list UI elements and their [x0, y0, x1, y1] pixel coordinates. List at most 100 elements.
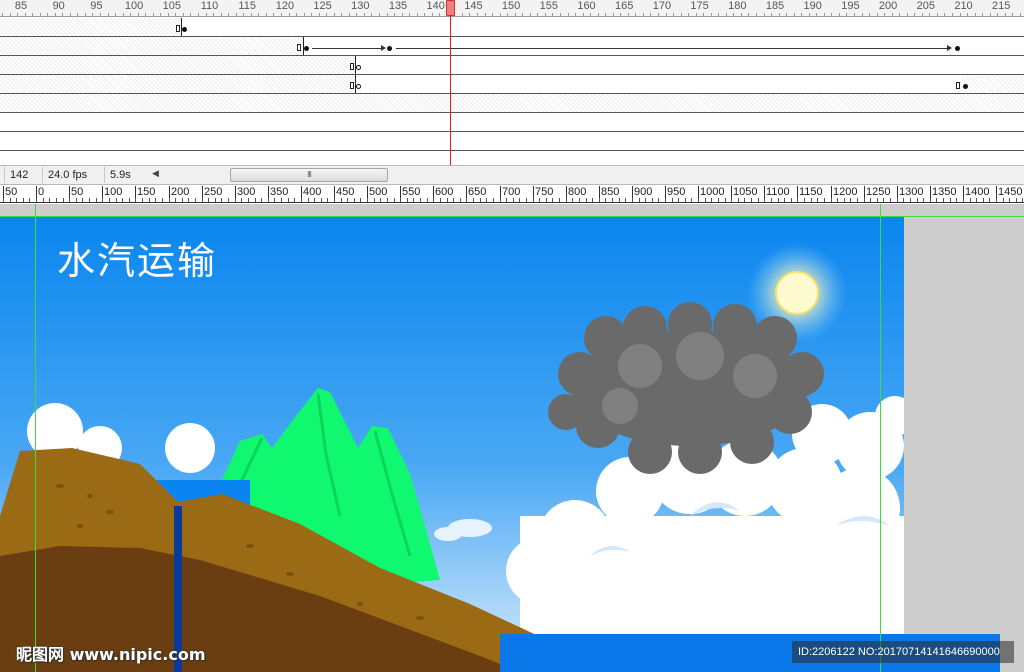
keyframe-empty[interactable] — [350, 82, 354, 89]
guide-line-vertical[interactable] — [880, 204, 881, 672]
keyframe-blank[interactable] — [356, 84, 361, 89]
frame-tick — [243, 13, 244, 16]
elapsed-time-readout: 5.9s — [104, 167, 148, 183]
ruler-minor-tick — [877, 198, 878, 202]
ruler-minor-tick — [956, 198, 957, 202]
timeline-layer-row[interactable] — [0, 75, 1024, 94]
ruler-minor-tick — [552, 198, 553, 202]
ruler-minor-tick — [831, 198, 832, 202]
keyframe-blank[interactable] — [356, 65, 361, 70]
ruler-minor-tick — [685, 198, 686, 202]
ruler-minor-tick — [652, 198, 653, 202]
keyframe[interactable] — [387, 46, 392, 51]
frame-tick — [997, 13, 998, 16]
ruler-minor-tick — [883, 198, 884, 202]
timeline-layer-row[interactable] — [0, 18, 1024, 37]
frame-number-label: 110 — [200, 0, 219, 12]
frame-number-label: 140 — [426, 0, 445, 12]
arrow-left-icon[interactable]: ◀ — [152, 168, 159, 179]
frame-span[interactable] — [355, 56, 1024, 74]
ruler-label: 150 — [137, 186, 156, 198]
frame-tick — [70, 13, 71, 16]
frame-ruler[interactable]: 85 90 95 100 105 110 115 120 125 130 135 140 145 150 1… — [0, 0, 1024, 17]
ruler-minor-tick — [188, 198, 189, 202]
ruler-minor-tick — [43, 198, 44, 202]
frame-tick — [960, 13, 961, 16]
ruler-minor-tick — [294, 198, 295, 202]
ruler-minor-tick — [864, 198, 865, 202]
timeline-scroll-thumb[interactable]: III — [230, 168, 388, 182]
ruler-minor-tick — [308, 198, 309, 202]
keyframe[interactable] — [182, 27, 187, 32]
ruler-minor-tick — [341, 198, 342, 202]
timeline-layer-row[interactable] — [0, 94, 1024, 113]
frame-number-label: 165 — [615, 0, 634, 12]
keyframe[interactable] — [963, 84, 968, 89]
keyframe-empty[interactable] — [956, 82, 960, 89]
keyframe-empty[interactable] — [297, 44, 301, 51]
ruler-label: 400 — [303, 186, 322, 198]
ruler-minor-tick — [824, 198, 825, 202]
frame-tick — [326, 13, 327, 16]
current-frame-readout[interactable]: 142 — [4, 167, 38, 183]
ruler-minor-tick — [248, 198, 249, 202]
ruler-minor-tick — [519, 198, 520, 202]
frame-number-label: 85 — [14, 0, 28, 12]
ruler-minor-tick — [599, 198, 600, 202]
frame-span[interactable] — [181, 18, 1024, 36]
ruler-minor-tick — [533, 198, 534, 202]
keyframe-empty[interactable] — [176, 25, 180, 32]
ruler-minor-tick — [936, 198, 937, 202]
frame-tick — [115, 13, 116, 16]
frame-tick — [741, 13, 742, 16]
ruler-label: 750 — [535, 186, 554, 198]
keyframe-empty[interactable] — [350, 63, 354, 70]
ruler-minor-tick — [433, 198, 434, 202]
frame-tick — [530, 13, 531, 16]
keyframe[interactable] — [304, 46, 309, 51]
timeline-layer-row[interactable] — [0, 37, 1024, 56]
ruler-minor-tick — [466, 198, 467, 202]
ruler-label: 350 — [270, 186, 289, 198]
ruler-minor-tick — [731, 198, 732, 202]
frame-tick — [319, 13, 320, 16]
frame-rate-readout[interactable]: 24.0 fps — [42, 167, 96, 183]
frame-tick — [907, 13, 908, 16]
timeline-layer-row[interactable] — [0, 56, 1024, 75]
ruler-minor-tick — [89, 198, 90, 202]
frame-tick — [77, 13, 78, 16]
frame-tick — [439, 13, 440, 16]
ruler-minor-tick — [453, 198, 454, 202]
stage-ruler-horizontal[interactable]: 50 0 50 100 150 200 250 300 350 400 450 500 550 600 65… — [0, 186, 1024, 203]
frame-tick — [341, 13, 342, 16]
ruler-minor-tick — [691, 198, 692, 202]
frame-tick — [1012, 13, 1013, 16]
frame-tick — [258, 13, 259, 16]
ruler-minor-tick — [592, 198, 593, 202]
ruler-minor-tick — [96, 198, 97, 202]
stage-canvas[interactable]: 水汽运输 — [0, 216, 904, 672]
work-area[interactable]: 水汽运输 — [0, 204, 1024, 672]
ruler-minor-tick — [910, 198, 911, 202]
frame-number-label: 95 — [90, 0, 103, 12]
timeline-layer-row[interactable] — [0, 132, 1024, 151]
ruler-minor-tick — [976, 198, 977, 202]
timeline-layer-row[interactable] — [0, 113, 1024, 132]
guide-line-horizontal[interactable] — [0, 216, 1024, 217]
ruler-minor-tick — [162, 198, 163, 202]
guide-line-vertical[interactable] — [35, 204, 36, 672]
playhead-handle[interactable] — [446, 0, 455, 16]
frame-tick — [635, 13, 636, 16]
frame-span[interactable] — [355, 75, 961, 93]
timeline-layer-row[interactable] — [0, 151, 1024, 165]
frame-number-label: 150 — [501, 0, 521, 12]
frame-tick — [726, 13, 727, 16]
frame-tick — [273, 13, 274, 16]
ruler-minor-tick — [321, 198, 322, 202]
keyframe[interactable] — [955, 46, 960, 51]
ruler-label: 700 — [502, 186, 521, 198]
ruler-minor-tick — [182, 198, 183, 202]
frame-span[interactable] — [303, 37, 1024, 55]
frame-tick — [560, 13, 561, 16]
ruler-minor-tick — [241, 198, 242, 202]
